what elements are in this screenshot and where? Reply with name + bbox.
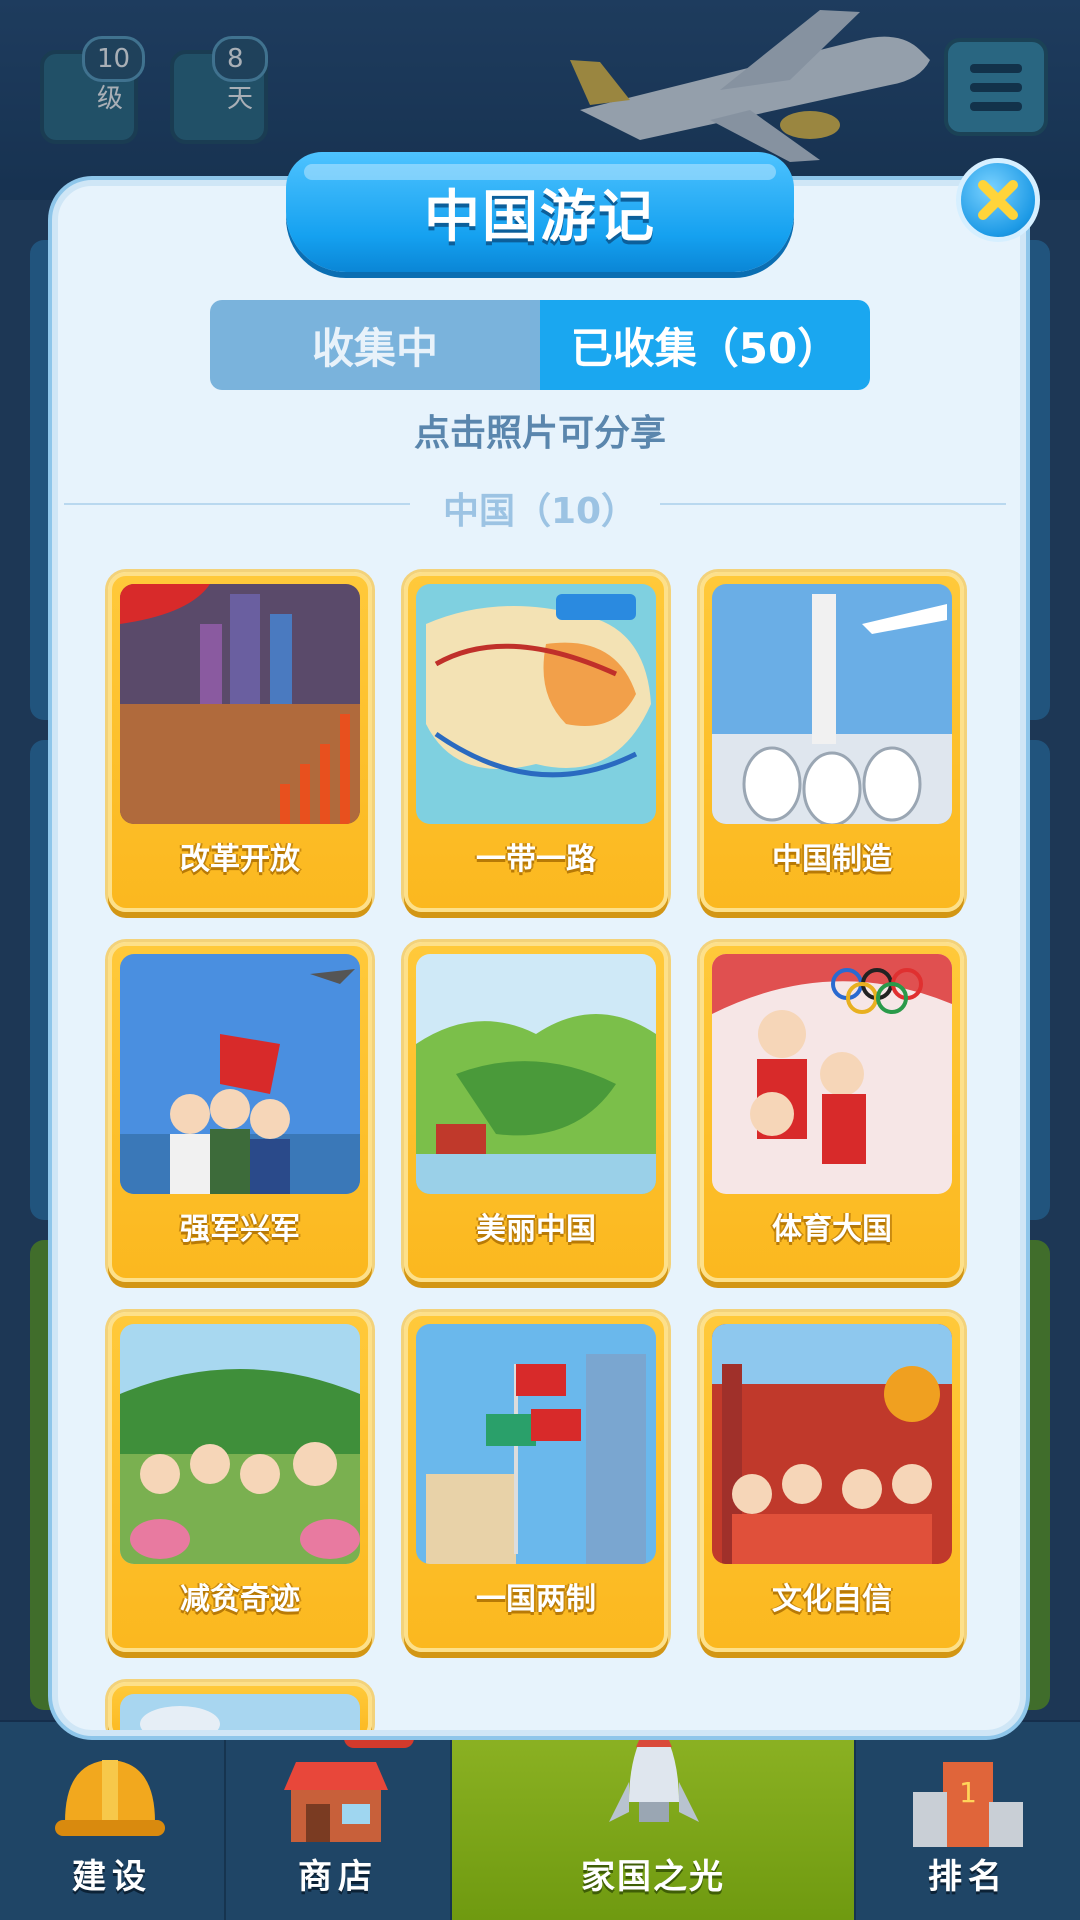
photo-card-beautiful-china[interactable]: 美丽中国	[404, 942, 668, 1282]
photo-card-military[interactable]: 强军兴军	[108, 942, 372, 1282]
card-label: 一带一路	[476, 842, 596, 877]
tab-collecting[interactable]: 收集中	[210, 300, 540, 390]
photo-card-reform[interactable]: 改革开放	[108, 572, 372, 912]
card-label: 一国两制	[476, 1582, 596, 1617]
close-button[interactable]	[956, 158, 1040, 242]
military-photo	[120, 954, 360, 1194]
card-label: 强军兴军	[180, 1212, 300, 1247]
card-label: 体育大国	[772, 1212, 892, 1247]
photo-card-made-in-china[interactable]: 中国制造	[700, 572, 964, 912]
card-label: 文化自信	[772, 1582, 892, 1617]
nav-ranking[interactable]: 1 排名	[856, 1722, 1080, 1920]
photo-card-sports[interactable]: 体育大国	[700, 942, 964, 1282]
photo-card-partial[interactable]	[108, 1682, 372, 1730]
shop-icon	[284, 1762, 388, 1842]
photo-card-belt-road[interactable]: 一带一路	[404, 572, 668, 912]
nav-ranking-label: 排名	[928, 1857, 1008, 1897]
card-label: 美丽中国	[476, 1212, 596, 1247]
card-label: 改革开放	[180, 842, 300, 877]
card-label: 中国制造	[772, 842, 892, 877]
nav-build[interactable]: 建设	[0, 1722, 226, 1920]
photo-card-culture[interactable]: 文化自信	[700, 1312, 964, 1652]
nav-home-light[interactable]: 家国之光	[452, 1717, 856, 1920]
card-label: 减贫奇迹	[180, 1582, 300, 1617]
olympic-photo	[712, 954, 952, 1194]
flags-photo	[416, 1324, 656, 1564]
section-title: 中国（10）	[442, 491, 638, 532]
podium-icon: 1	[913, 1762, 1023, 1847]
nav-shop[interactable]: 272 商店	[226, 1716, 452, 1920]
poverty-relief-photo	[120, 1324, 360, 1564]
belt-road-map-photo	[416, 584, 656, 824]
hard-hat-icon	[55, 1760, 165, 1836]
photo-card-poverty-relief[interactable]: 减贫奇迹	[108, 1312, 372, 1652]
landscape-photo	[416, 954, 656, 1194]
culture-photo	[712, 1324, 952, 1564]
partial-photo	[120, 1694, 360, 1730]
collection-tabs: 收集中 已收集（50）	[210, 300, 870, 390]
photo-card-one-country[interactable]: 一国两制	[404, 1312, 668, 1652]
nav-build-label: 建设	[72, 1857, 152, 1897]
bottom-nav: 建设 272 商店 家国之光 1 排名	[0, 1716, 1080, 1920]
reform-photo	[120, 584, 360, 824]
svg-text:1: 1	[959, 1776, 977, 1809]
modal-title-banner: 中国游记	[286, 152, 794, 272]
made-in-china-photo	[712, 584, 952, 824]
tab-collected[interactable]: 已收集（50）	[540, 300, 870, 390]
share-hint: 点击照片可分享	[413, 413, 666, 454]
close-icon	[978, 180, 1018, 220]
modal-title: 中国游记	[424, 184, 656, 250]
nav-shop-label: 商店	[298, 1857, 378, 1897]
